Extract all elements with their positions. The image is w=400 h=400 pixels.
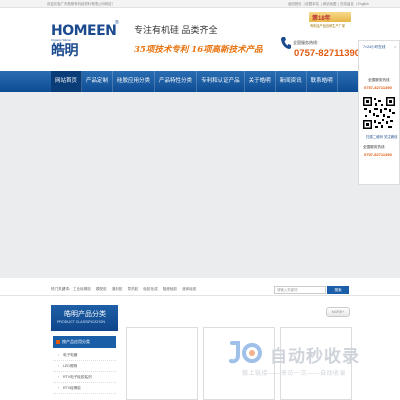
hot-keyword[interactable]: 液体硅胶 [182, 287, 196, 292]
hot-keyword[interactable]: 硅胶化成 [143, 287, 157, 292]
float-hotline-number-2: 0757-82711390 [364, 152, 392, 157]
product-card[interactable] [126, 327, 198, 400]
close-icon[interactable]: × [394, 44, 396, 49]
sidebar-subtitle: PRODUCT CLASSIFICATION [57, 320, 105, 324]
welcome-text: 欢迎光临广东皓明有机硅材料有限公司网站！ [47, 2, 115, 6]
hot-keywords-label: 热门关键词： [51, 287, 73, 291]
qr-caption: 扫描二维码 关注微信 [366, 135, 398, 139]
nav-contact[interactable]: 联系皓明 [307, 71, 338, 92]
phone-icon [281, 37, 291, 49]
logo-subtitle: Organic Silicon [51, 38, 72, 42]
sidebar-item[interactable]: RTV硅橡胶 [53, 383, 116, 394]
nav-home[interactable]: 网站首页 [51, 71, 83, 92]
floating-contact-panel: 7×24小时在线 × 全国服务热线 0757-82711390 扫描二维码 关注… [358, 40, 400, 185]
nav-features[interactable]: 产品特性分类 [155, 71, 198, 92]
nav-application[interactable]: 硅胶应用分类 [113, 71, 156, 92]
sidebar-list: 电子电器 LED照明 RTV电子硅胶粘剂 RTV硅橡胶 [53, 350, 116, 394]
years-badge-subtitle: 有机硅产品自研生产厂家 [310, 24, 346, 28]
more-button[interactable]: MORE+ [326, 307, 350, 317]
top-link-english[interactable]: English [358, 2, 369, 6]
float-hotline-number: 0757-82711390 [364, 85, 392, 90]
watermark-title: 自动秒收录 [270, 347, 360, 366]
nav-custom[interactable]: 产品定制 [82, 71, 114, 92]
float-panel-title: 7×24小时在线 [363, 45, 386, 49]
years-badge-number: 第18年 [312, 16, 331, 22]
logo[interactable]: HOMEEN 皓明 [51, 22, 121, 59]
sidebar-item[interactable]: 电子电器 [53, 350, 116, 361]
top-link-message[interactable]: 在线留言 [340, 2, 354, 6]
top-link-home[interactable]: 返回首页 [288, 2, 302, 6]
float-hotline-label: 全国服务热线 [368, 78, 390, 82]
hot-keywords: 工业硅橡胶 模型胶 灌封胶 导热胶 硅胶化成 阻燃硅胶 液体硅胶 [73, 287, 201, 292]
top-links: 返回首页 | 收藏本站 | 网站地图 | 在线留言 | English [288, 2, 369, 6]
top-bar: 欢迎光临广东皓明有机硅材料有限公司网站！ 返回首页 | 收藏本站 | 网站地图 | 在… [0, 0, 400, 8]
hotline-number: 0757-82711390 [294, 48, 361, 59]
nav-news[interactable]: 新闻资讯 [276, 71, 307, 92]
sidebar-title: 皓明产品分类 [64, 311, 106, 318]
patent-slogan: 35项技术专利 16项高新技术产品 [134, 45, 263, 55]
qr-code-icon [362, 96, 396, 130]
top-link-favorite[interactable]: 收藏本站 [305, 2, 319, 6]
banner-placeholder [0, 92, 400, 278]
hot-keyword[interactable]: 导热胶 [128, 287, 139, 292]
hotline-label: 全国服务热线： [293, 40, 321, 45]
search-input[interactable]: 请输入关键词 [274, 286, 326, 294]
search-bar: 热门关键词： 工业硅橡胶 模型胶 灌封胶 导热胶 硅胶化成 阻燃硅胶 液体硅胶 … [0, 284, 400, 296]
watermark-subtitle: 做上链接——来访一次——自动收录 [242, 371, 347, 377]
hot-keyword[interactable]: 工业硅橡胶 [73, 287, 91, 292]
slogan: 专注有机硅 品类齐全 [134, 25, 218, 35]
logo-registered-mark: ® [115, 20, 119, 26]
watermark-logo-icon [229, 341, 262, 364]
top-link-sitemap[interactable]: 网站地图 [323, 2, 337, 6]
float-hotline-label-2: 全国服务热线 [363, 145, 385, 149]
sidebar-category[interactable]: 按产品应用分类 [53, 336, 116, 348]
main-nav: 网站首页 产品定制 硅胶应用分类 产品特性分类 专利和认证产品 关于皓明 新闻资… [0, 71, 400, 92]
hot-keyword[interactable]: 模型胶 [96, 287, 107, 292]
hot-keyword[interactable]: 阻燃硅胶 [163, 287, 177, 292]
watermark: 自动秒收录 做上链接——来访一次——自动收录 [228, 339, 388, 383]
bullet-icon [56, 340, 60, 344]
nav-about[interactable]: 关于皓明 [245, 71, 276, 92]
search-button[interactable]: 搜索 [327, 286, 349, 294]
sidebar-item[interactable]: LED照明 [53, 361, 116, 372]
sidebar-item[interactable]: RTV电子硅胶粘剂 [53, 372, 116, 383]
logo-cn: 皓明 [51, 43, 79, 59]
logo-text: HOMEEN [51, 23, 117, 39]
hot-keyword[interactable]: 灌封胶 [112, 287, 123, 292]
nav-patents[interactable]: 专利和认证产品 [197, 71, 245, 92]
